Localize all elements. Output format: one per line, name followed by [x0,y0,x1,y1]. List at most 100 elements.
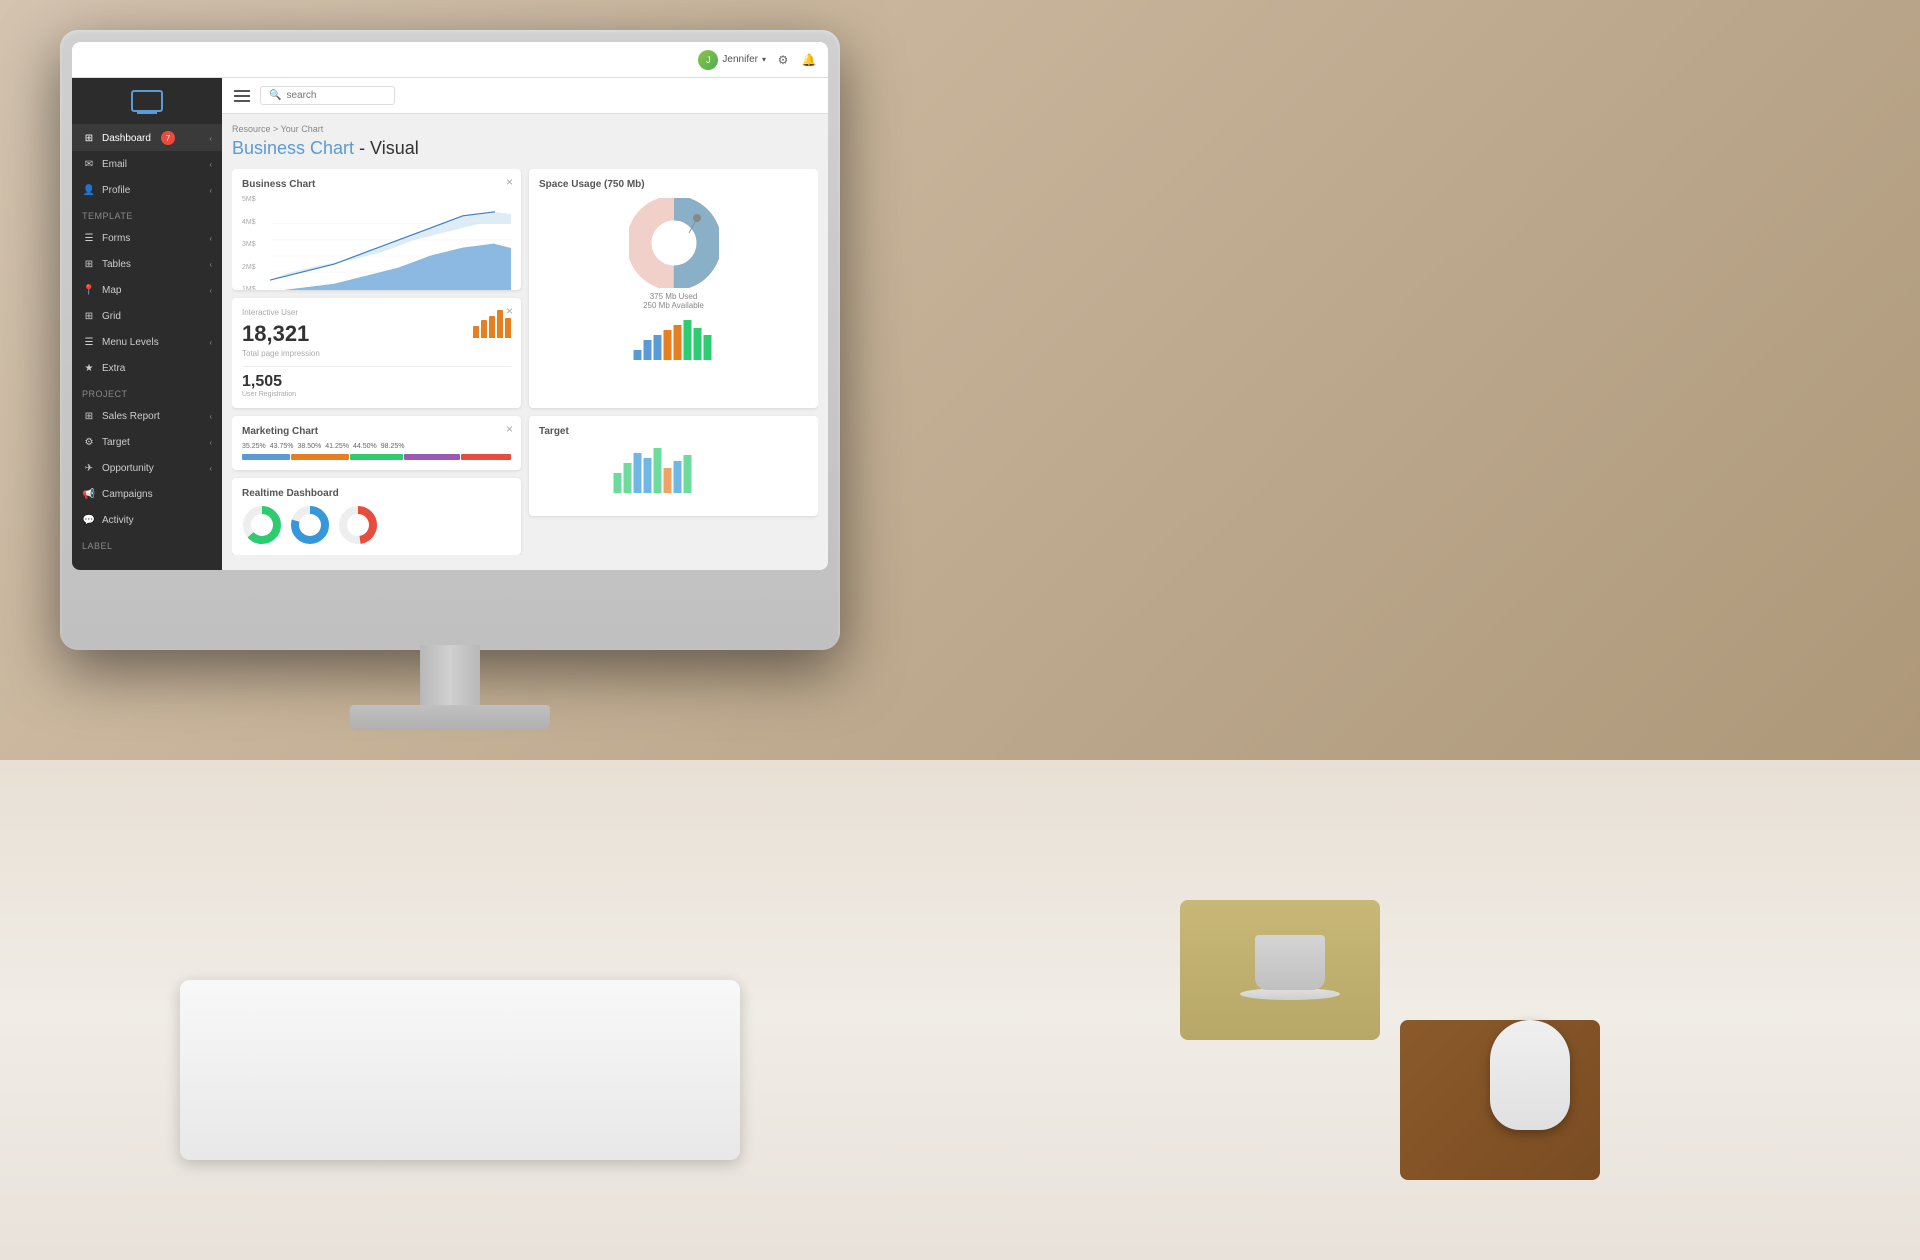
space-used-label: 375 Mb Used [539,292,808,301]
target-title: Target [539,426,808,437]
sidebar-item-opportunity[interactable]: ✈ Opportunity ‹ [72,455,222,481]
user-count-big: 18,321 [242,321,320,347]
toolbar: 🔍 [222,78,828,114]
screen: J Jennifer ▾ ⚙ 🔔 ⊞ Dashboard [72,42,828,570]
search-icon: 🔍 [269,90,281,101]
space-available-label: 250 Mb Available [539,301,808,310]
sidebar-item-email[interactable]: ✉ Email ‹ [72,151,222,177]
monitor-stand-base [350,705,550,730]
sidebar-label-grid: Grid [102,311,121,322]
target-chart [539,443,808,493]
sidebar-label-sales: Sales Report [102,411,160,422]
sidebar-item-campaigns[interactable]: 📢 Campaigns [72,481,222,507]
monitor-stand-neck [420,645,480,710]
chevron-icon: ‹ [209,134,212,143]
user-name: Jennifer [722,54,758,65]
sidebar-item-target[interactable]: ⚙ Target ‹ [72,429,222,455]
sidebar-item-sales-report[interactable]: ⊞ Sales Report ‹ [72,403,222,429]
user-reg-count: 1,505 [242,373,511,391]
menu-icon: ☰ [82,335,96,349]
chevron-icon: ‹ [209,412,212,421]
coffee-cup [1255,935,1340,1000]
dashboard-grid: Business Chart × 5M$ 4M$ 3M$ 2M$ 1M$ [232,169,818,555]
pct-6: 98.25% [381,443,405,450]
map-icon: 📍 [82,283,96,297]
user-count-sub: Total page impression [242,349,320,358]
chart-area: 5M$ 4M$ 3M$ 2M$ 1M$ 0M$ [242,196,511,290]
sidebar-item-dashboard[interactable]: ⊞ Dashboard 7 ‹ [72,125,222,151]
profile-icon: 👤 [82,183,96,197]
sidebar-item-forms[interactable]: ☰ Forms ‹ [72,225,222,251]
sidebar-label-campaigns: Campaigns [102,489,153,500]
opportunity-icon: ✈ [82,461,96,475]
page-title-suffix: - Visual [354,138,419,158]
email-icon: ✉ [82,157,96,171]
avatar: J [698,50,718,70]
pct-2: 43.75% [270,443,294,450]
y-label: 3M$ [242,241,266,248]
chevron-icon: ‹ [209,234,212,243]
close-button-interactive[interactable]: × [506,304,513,318]
sidebar-item-menu-levels[interactable]: ☰ Menu Levels ‹ [72,329,222,355]
target-icon: ⚙ [82,435,96,449]
search-input[interactable] [286,90,386,101]
realtime-card: Realtime Dashboard [232,478,521,555]
realtime-title: Realtime Dashboard [242,488,511,499]
pct-5: 44.50% [353,443,377,450]
campaigns-icon: 📢 [82,487,96,501]
realtime-donut-1 [242,505,282,545]
sidebar-item-tables[interactable]: ⊞ Tables ‹ [72,251,222,277]
sidebar-item-map[interactable]: 📍 Map ‹ [72,277,222,303]
main-content: Resource > Your Chart Business Chart - V… [222,114,828,570]
realtime-donut-3 [338,505,378,545]
sidebar-label-target: Target [102,437,130,448]
chevron-icon: ‹ [209,464,212,473]
sidebar-item-activity[interactable]: 💬 Activity [72,507,222,533]
business-chart-title: Business Chart [242,179,511,190]
forms-icon: ☰ [82,231,96,245]
main-layout: ⊞ Dashboard 7 ‹ ✉ Email ‹ 👤 Profile ‹ [72,78,828,570]
sidebar-label-extra: Extra [102,363,125,374]
close-button-marketing[interactable]: × [506,422,513,436]
sidebar-label-profile: Profile [102,185,130,196]
content-area: 🔍 Resource > Your Chart Business Chart -… [222,78,828,570]
pct-4: 41.25% [325,443,349,450]
business-chart-svg [270,196,511,290]
space-mini-chart [544,320,803,360]
pct-1: 35.25% [242,443,266,450]
chevron-icon: ‹ [209,260,212,269]
y-label: 5M$ [242,196,266,203]
sidebar-item-extra[interactable]: ★ Extra [72,355,222,381]
search-box[interactable]: 🔍 [260,86,395,105]
monitor: J Jennifer ▾ ⚙ 🔔 ⊞ Dashboard [60,30,840,650]
chevron-icon: ‹ [209,160,212,169]
chevron-icon: ‹ [209,438,212,447]
y-label: 4M$ [242,219,266,226]
project-section-label: Project [72,381,222,403]
breadcrumb: Resource > Your Chart [232,124,818,134]
y-label: 2M$ [242,264,266,271]
chevron-icon: ‹ [209,286,212,295]
settings-icon[interactable]: ⚙ [774,51,792,69]
y-axis-labels: 5M$ 4M$ 3M$ 2M$ 1M$ 0M$ [242,196,266,290]
chevron-icon: ‹ [209,186,212,195]
chevron-down-icon: ▾ [762,55,766,64]
template-section-label: Template [72,203,222,225]
label-section-label: Label [72,533,222,555]
sidebar-item-grid[interactable]: ⊞ Grid [72,303,222,329]
sidebar-item-profile[interactable]: 👤 Profile ‹ [72,177,222,203]
space-usage-card: Space Usage (750 Mb) [529,169,818,408]
close-button[interactable]: × [506,175,513,189]
user-badge[interactable]: J Jennifer ▾ [698,50,766,70]
business-chart-card: Business Chart × 5M$ 4M$ 3M$ 2M$ 1M$ [232,169,521,290]
monitor-bezel: J Jennifer ▾ ⚙ 🔔 ⊞ Dashboard [72,42,828,570]
chart-plot [270,196,511,290]
space-usage-donut [629,198,719,288]
keyboard [180,980,740,1160]
hamburger-button[interactable] [234,90,250,102]
notification-icon[interactable]: 🔔 [800,51,818,69]
activity-icon: 💬 [82,513,96,527]
user-reg-section: 1,505 User Registration [242,366,511,398]
user-count-section: Interactive User 18,321 Total page impre… [242,308,320,358]
space-bars-container [539,320,808,365]
